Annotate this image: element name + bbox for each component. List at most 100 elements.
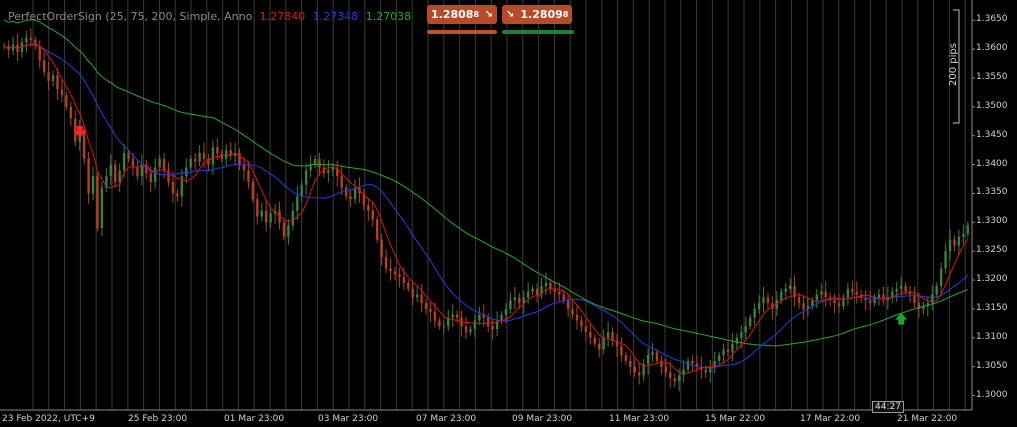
candle-body [846,288,850,298]
candle-body [100,187,104,229]
price-tick-label: 1.3650 [976,14,1008,25]
price-tick-label: 1.3550 [976,71,1008,82]
candle-body [598,343,601,350]
candle-body [704,369,707,373]
candle-body [260,210,263,217]
candle-body [420,294,423,304]
buy-button[interactable]: ↘ 1.2809 8 [502,5,572,24]
candle-body [455,314,459,318]
candle-body [25,37,28,43]
candle-body [415,294,419,298]
candle-body [473,320,477,330]
price-chart[interactable] [0,0,1017,427]
axes [0,0,975,411]
buy-price-fraction: 8 [562,10,569,19]
sell-button[interactable]: 1.2808 8 ↘ [427,5,497,24]
sell-price-fraction: 8 [473,10,480,19]
candle-body [300,184,303,197]
candle-body [753,308,756,318]
candle-body [242,164,246,171]
candle-body [251,181,255,200]
candle-body [602,337,605,350]
candle-body [948,239,952,252]
candle-body [873,297,876,304]
candle-body [87,158,90,194]
time-tick-label: 21 Mar 22:00 [897,414,958,424]
indicator-legend[interactable]: PerfectOrderSign (25, 75, 200, Simple, A… [8,10,415,23]
candle-body [171,181,175,194]
candle-body [895,288,898,292]
candle-body [42,60,46,73]
ma-mid-value: 1.27348 [312,10,359,23]
candle-body [327,170,330,174]
candle-body [633,366,636,373]
candle-body [882,294,885,301]
price-tick-label: 1.3100 [976,331,1008,342]
candle-body [114,164,117,182]
candle-body [60,89,64,96]
candle-body [549,282,552,289]
candle-body [433,311,437,321]
candle-body [509,300,512,309]
candle-body [380,239,383,257]
candle-body [504,308,508,315]
candle-body [820,291,823,295]
candle-body [269,213,272,223]
sell-price: 1.2808 [431,8,474,21]
candle-body [655,352,659,361]
candle-body [371,210,374,220]
candle-body [593,337,596,344]
candle-body [953,239,956,246]
candle-body [962,233,965,237]
price-tick-label: 1.3050 [976,360,1008,371]
candle-body [65,95,68,107]
candle-body [162,158,166,171]
candle-body [686,360,690,370]
candle-body [176,193,179,197]
candle-body [784,288,787,292]
candle-body [637,372,641,376]
candle-body [367,205,370,211]
candle-body [957,236,961,246]
price-tick-label: 1.3400 [976,158,1008,169]
candle-body [402,277,406,283]
candle-body [376,219,379,240]
candle-body [868,300,872,304]
candle-body [562,294,565,301]
candle-body [393,271,397,275]
price-tick-label: 1.3200 [976,274,1008,285]
candle-body [624,355,628,361]
price-tick-label: 1.3250 [976,245,1008,256]
candle-body [29,37,33,40]
candle-body [500,314,503,321]
candle-body [118,170,121,182]
price-tick-label: 1.3350 [976,187,1008,198]
candle-body [620,346,623,356]
candle-body [651,352,654,356]
candle-body [513,297,517,301]
candle-body [313,158,317,165]
candle-body [384,256,388,269]
candle-body [877,294,881,298]
candle-body [722,349,725,356]
candle-body [526,291,530,298]
price-tick-label: 1.3500 [976,100,1008,111]
candle-body [757,303,761,309]
candle-body [211,147,215,165]
price-tick-label: 1.3600 [976,43,1008,54]
candle-body [109,164,112,177]
time-tick-label: 17 Mar 22:00 [800,414,861,424]
price-tick-label: 1.3300 [976,216,1008,227]
candle-body [318,158,321,168]
bar-countdown: 44:27 [872,401,904,413]
candle-body [531,288,534,292]
price-tick-label: 1.3150 [976,302,1008,313]
candle-body [566,300,570,309]
candle-body [478,314,481,321]
candle-body [96,176,99,229]
candle-body [411,288,414,298]
candle-body [815,294,819,301]
candle-body [660,360,663,367]
candle-body [744,326,747,333]
candle-body [225,150,228,159]
